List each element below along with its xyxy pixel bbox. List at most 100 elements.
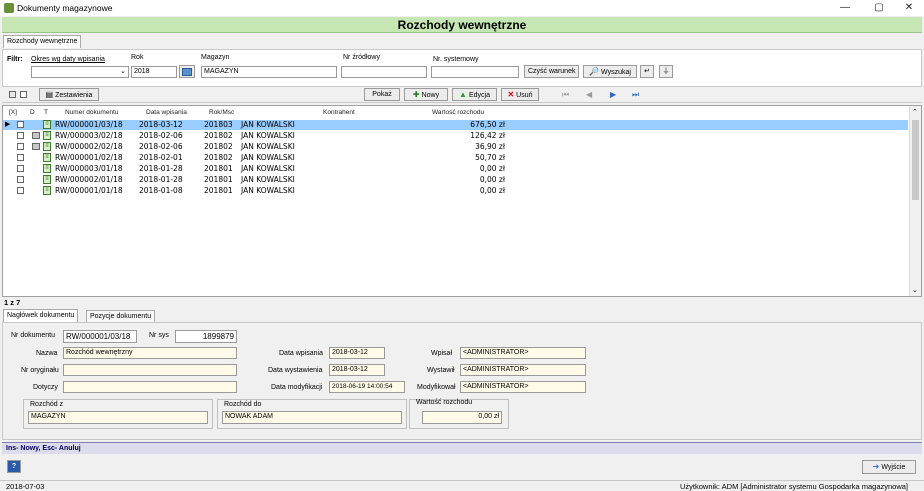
table-row[interactable]: ▶ ≡ RW/000001/03/18 2018-03-12 201803 JA… <box>3 120 908 130</box>
wpisal-field[interactable]: <ADMINISTRATOR> <box>460 347 586 359</box>
rok-input[interactable]: 2018 <box>131 66 177 78</box>
last-record-icon[interactable]: ⏭ <box>632 90 639 100</box>
dotyczy-field[interactable] <box>63 381 237 393</box>
col-header-t[interactable]: T <box>44 109 48 119</box>
prev-record-icon[interactable]: ◀ <box>586 90 592 99</box>
data-wpis-field[interactable]: 2018-03-12 <box>329 347 385 359</box>
cell-rokmsc: 201802 <box>204 153 233 162</box>
help-button[interactable]: ? <box>7 460 21 473</box>
restore-button[interactable]: ▢ <box>870 1 888 15</box>
window-titlebar: Dokumenty magazynowe — ▢ ✕ <box>0 0 924 16</box>
col-header-x[interactable]: [X] <box>9 109 17 119</box>
nowy-button[interactable]: ✚ Nowy <box>404 88 448 101</box>
table-row[interactable]: ≡ RW/000003/02/18 2018-02-06 201802 JAN … <box>3 131 908 141</box>
table-row[interactable]: ≡ RW/000002/01/18 2018-01-28 201801 JAN … <box>3 175 908 185</box>
nr-sys-field[interactable]: 1899879 <box>175 330 237 343</box>
cell-data: 2018-01-08 <box>139 186 183 195</box>
table-row[interactable]: ≡ RW/000001/02/18 2018-02-01 201802 JAN … <box>3 153 908 163</box>
pokaz-button[interactable]: Pokaż <box>364 88 400 101</box>
zestawienia-button[interactable]: ▤ Zestawienia <box>39 88 99 101</box>
first-record-icon[interactable]: ⏮ <box>562 90 569 100</box>
rozchod-do-field[interactable]: NOWAK ADAM <box>222 411 402 424</box>
document-icon: ≡ <box>43 175 51 184</box>
minimize-button[interactable]: — <box>836 1 854 15</box>
col-header-wartosc[interactable]: Wartość rozchodu <box>432 109 484 119</box>
cell-kontrahent: JAN KOWALSKI <box>241 153 295 162</box>
cell-rokmsc: 201801 <box>204 186 233 195</box>
usun-button[interactable]: ✕ Usuń <box>501 88 539 101</box>
nazwa-field[interactable]: Rozchód wewnętrzny <box>63 347 237 359</box>
rozchod-z-field[interactable]: MAGAZYN <box>28 411 208 424</box>
triangle-up-icon: ▲ <box>459 90 467 99</box>
row-checkbox[interactable] <box>17 187 24 194</box>
row-checkbox[interactable] <box>17 121 24 128</box>
clear-filter-button[interactable]: ⏚ <box>659 65 673 78</box>
cell-numer: RW/000003/01/18 <box>55 164 123 173</box>
col-header-data[interactable]: Data wpisania <box>146 109 187 119</box>
row-checkbox[interactable] <box>17 165 24 172</box>
clear-condition-button[interactable]: Czyść warunek <box>524 65 579 78</box>
app-icon <box>4 3 14 13</box>
row-checkbox[interactable] <box>17 154 24 161</box>
next-record-icon[interactable]: ▶ <box>610 90 616 99</box>
data-mod-field[interactable]: 2018-06-19 14:00:54 <box>329 381 405 393</box>
nowy-label: Nowy <box>421 92 440 99</box>
keyboard-hint: Ins- Nowy, Esc- Anuluj <box>2 442 922 454</box>
nr-dok-field[interactable]: RW/000001/03/18 <box>63 330 137 343</box>
cell-kontrahent: JAN KOWALSKI <box>241 164 295 173</box>
modyfikowal-field[interactable]: <ADMINISTRATOR> <box>460 381 586 393</box>
data-wyst-field[interactable]: 2018-03-12 <box>329 364 385 376</box>
filter-option-button[interactable]: ↵ <box>640 65 654 78</box>
check-all-checkbox[interactable] <box>9 91 16 98</box>
row-checkbox[interactable] <box>17 143 24 150</box>
col-header-numer[interactable]: Numer dokumentu <box>65 109 118 119</box>
wystawil-field[interactable]: <ADMINISTRATOR> <box>460 364 586 376</box>
search-button-label: Wyszukaj <box>601 69 631 76</box>
cell-wartosc: 0,00 zł <box>479 175 505 184</box>
document-header-panel: Nr dokumentu RW/000001/03/18 Nr sys 1899… <box>2 322 922 440</box>
nr-zrodlowy-input[interactable] <box>341 66 427 78</box>
tab-naglowek[interactable]: Nagłówek dokumentu <box>3 309 79 322</box>
scroll-up-icon[interactable]: ⌃ <box>912 108 918 116</box>
edycja-label: Edycja <box>468 92 490 99</box>
row-checkbox[interactable] <box>17 132 24 139</box>
delete-icon: ✕ <box>507 90 515 99</box>
chevron-down-icon: ⌄ <box>120 68 126 75</box>
cell-data: 2018-01-28 <box>139 175 183 184</box>
data-wpis-label: Data wpisania <box>279 350 323 357</box>
uncheck-all-checkbox[interactable] <box>20 91 27 98</box>
exit-button[interactable]: ➔ Wyjście <box>862 460 916 474</box>
cell-numer: RW/000001/03/18 <box>55 120 123 129</box>
funnel-icon: ⏚ <box>662 68 670 75</box>
wartosc-field[interactable]: 0,00 zł <box>422 411 502 424</box>
wartosc-group: Wartość rozchodu 0,00 zł <box>409 399 509 429</box>
col-header-kontrahent[interactable]: Kontrahent <box>323 109 355 119</box>
nr-systemowy-label: Nr. systemowy <box>433 56 479 63</box>
table-row[interactable]: ≡ RW/000001/01/18 2018-01-08 201801 JAN … <box>3 186 908 196</box>
col-header-d[interactable]: D <box>30 109 35 119</box>
close-button[interactable]: ✕ <box>900 1 918 15</box>
cell-rokmsc: 201803 <box>204 120 233 129</box>
table-row[interactable]: ≡ RW/000002/02/18 2018-02-06 201802 JAN … <box>3 142 908 152</box>
grid-scrollbar[interactable]: ⌃ ⌄ <box>909 106 921 296</box>
table-row[interactable]: ≡ RW/000003/01/18 2018-01-28 201801 JAN … <box>3 164 908 174</box>
nr-oryg-label: Nr oryginału <box>21 367 59 374</box>
cell-rokmsc: 201802 <box>204 142 233 151</box>
nr-oryg-field[interactable] <box>63 364 237 376</box>
cell-wartosc: 0,00 zł <box>479 186 505 195</box>
tab-rozchody[interactable]: Rozchody wewnętrzne <box>3 35 82 48</box>
bottom-bar: ? ➔ Wyjście <box>0 456 924 478</box>
period-select[interactable]: ⌄ <box>31 66 129 78</box>
cell-rokmsc: 201801 <box>204 175 233 184</box>
nr-systemowy-input[interactable] <box>431 66 519 78</box>
col-header-rokmsc[interactable]: Rok/Msc <box>209 109 234 119</box>
edycja-button[interactable]: ▲ Edycja <box>452 88 497 101</box>
documents-grid[interactable]: [X] D T Numer dokumentu Data wpisania Ro… <box>2 105 922 297</box>
wystawil-label: Wystawił <box>427 367 455 374</box>
calendar-button[interactable] <box>179 65 195 78</box>
scroll-thumb[interactable] <box>912 120 919 200</box>
search-button[interactable]: 🔎 Wyszukaj <box>583 65 637 78</box>
magazyn-input[interactable]: MAGAZYN <box>201 66 337 78</box>
row-checkbox[interactable] <box>17 176 24 183</box>
scroll-down-icon[interactable]: ⌄ <box>912 286 918 294</box>
